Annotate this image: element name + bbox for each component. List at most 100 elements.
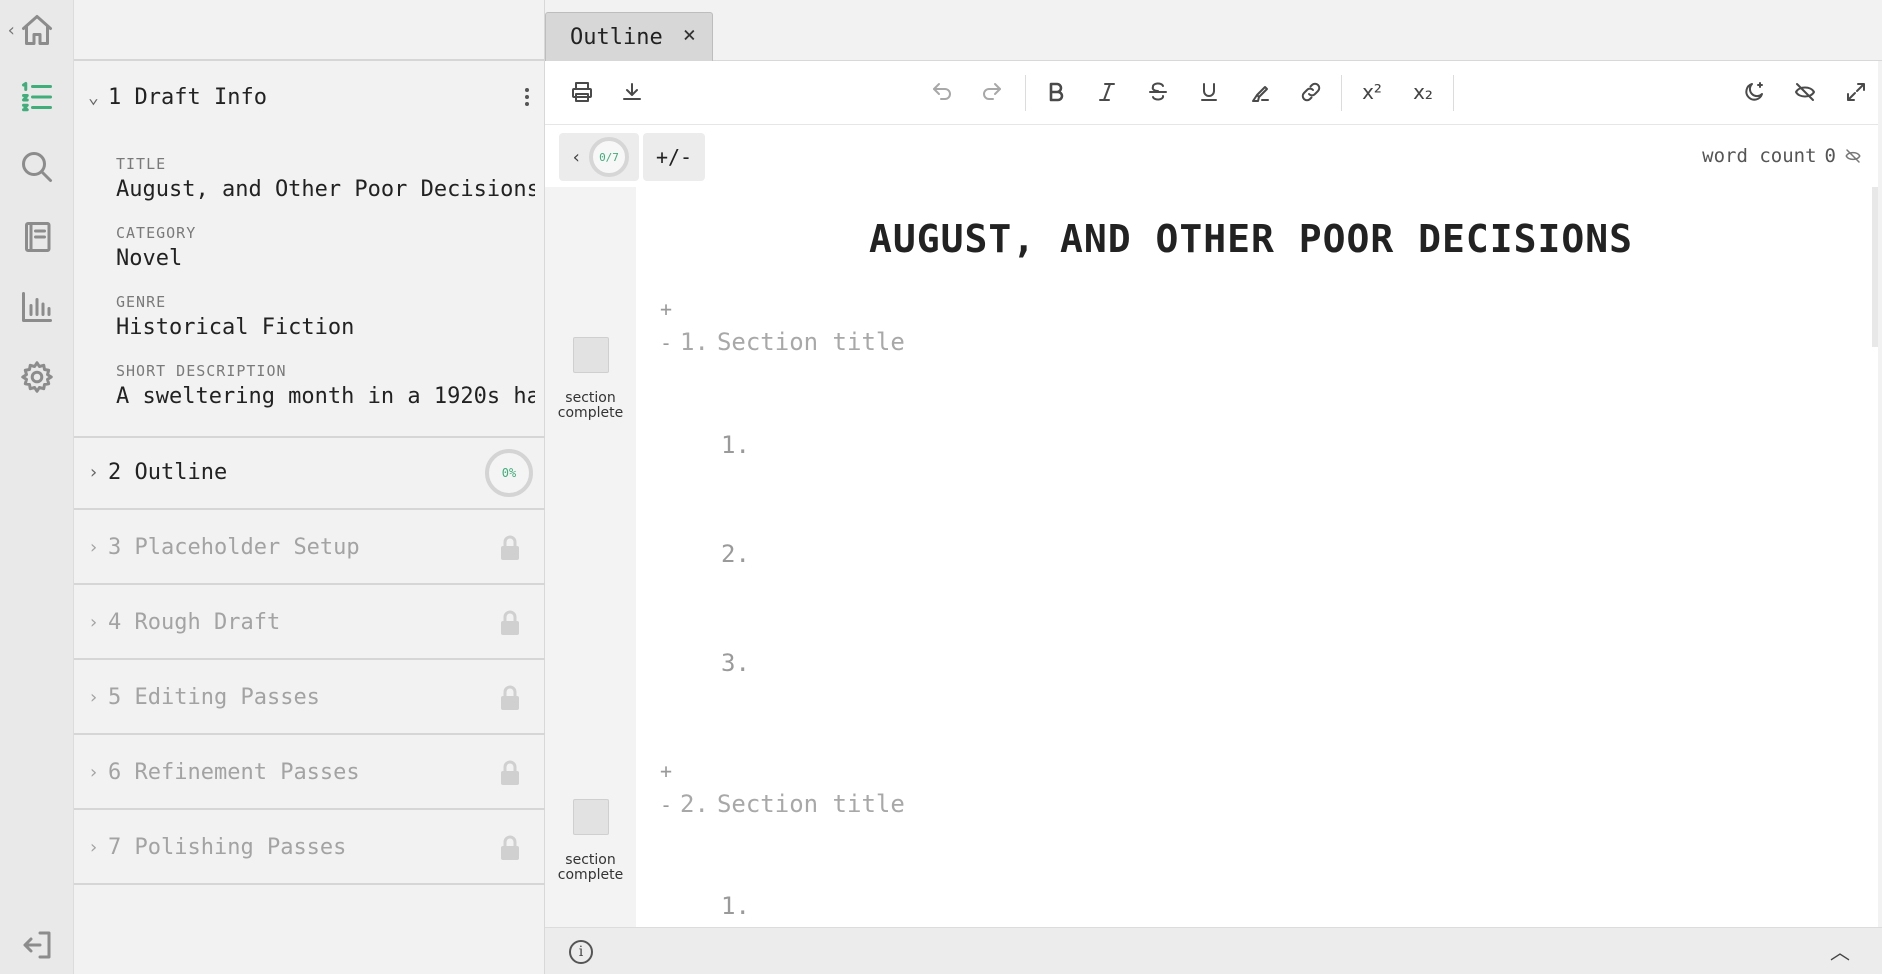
short-description-value[interactable]: A sweltering month in a 1920s harbor tow… — [116, 384, 535, 409]
undo-icon[interactable] — [927, 77, 957, 107]
document-body: AUGUST, AND OTHER POOR DECISIONS + -1. Se… — [545, 187, 1878, 927]
section-complete-checkbox[interactable] — [573, 337, 609, 373]
title-value[interactable]: August, and Other Poor Decisions — [116, 177, 535, 202]
chevron-down-icon: ⌄ — [88, 86, 99, 108]
redo-icon[interactable] — [977, 77, 1007, 107]
link-icon[interactable] — [1296, 77, 1326, 107]
chevron-up-icon[interactable]: ︿ — [1830, 936, 1850, 965]
add-section-button[interactable]: + — [660, 759, 672, 783]
section-number: 2. — [680, 790, 709, 818]
sidebar-header — [74, 0, 544, 61]
info-icon[interactable]: i — [569, 940, 593, 964]
step-placeholder-setup[interactable]: › 3 Placeholder Setup — [74, 511, 545, 585]
icon-rail: ‹ — [0, 0, 74, 974]
section-title-placeholder: Section title — [716, 328, 905, 356]
chevron-right-icon: › — [88, 761, 99, 783]
step-number: 5 — [108, 684, 122, 710]
genre-label: GENRE — [116, 293, 167, 311]
category-value[interactable]: Novel — [116, 246, 535, 271]
superscript-glyph: x² — [1362, 80, 1382, 104]
step-label: Draft Info — [134, 84, 267, 110]
collapse-section-button[interactable]: - — [660, 793, 672, 817]
editor-subbar: ‹ 0/7 +/- word count 0 — [545, 125, 1878, 187]
chevron-right-icon: › — [88, 536, 99, 558]
collapse-section-button[interactable]: - — [660, 331, 672, 355]
section-heading[interactable]: -1. Section title — [660, 328, 905, 356]
tab-bar: Outline × — [545, 0, 1882, 61]
lock-icon — [499, 610, 521, 640]
home-icon[interactable] — [17, 10, 57, 50]
hide-eye-icon[interactable] — [1790, 77, 1820, 107]
step-outline[interactable]: › 2 Outline 0% — [74, 436, 545, 510]
fullscreen-icon[interactable] — [1841, 77, 1871, 107]
list-item[interactable]: 1. — [721, 892, 750, 920]
step-number: 2 — [108, 459, 122, 485]
subscript-glyph: x₂ — [1413, 80, 1433, 104]
section-title-placeholder: Section title — [716, 790, 905, 818]
lock-icon — [499, 835, 521, 865]
strikethrough-icon[interactable] — [1143, 77, 1173, 107]
editor-toolbar: x² x₂ — [545, 61, 1878, 125]
short-description-label: SHORT DESCRIPTION — [116, 362, 287, 380]
list-item[interactable]: 1. — [721, 431, 750, 459]
sections-progress-ring: 0/7 — [589, 137, 629, 177]
section-nav-pill[interactable]: ‹ 0/7 — [559, 133, 639, 181]
step-number: 1 — [108, 84, 122, 110]
tab-outline[interactable]: Outline × — [545, 12, 713, 61]
genre-value[interactable]: Historical Fiction — [116, 315, 535, 340]
step-rough-draft[interactable]: › 4 Rough Draft — [74, 586, 545, 660]
step-editing-passes[interactable]: › 5 Editing Passes — [74, 661, 545, 735]
status-bar: i ︿ — [545, 927, 1882, 974]
step-label: Placeholder Setup — [134, 534, 360, 560]
close-icon[interactable]: × — [683, 23, 696, 48]
scrollbar[interactable] — [1872, 187, 1878, 347]
dark-mode-moon-icon[interactable] — [1739, 77, 1769, 107]
word-count-label: word count — [1702, 145, 1817, 167]
lock-icon — [499, 760, 521, 790]
list-item[interactable]: 2. — [721, 540, 750, 568]
back-chevron-icon[interactable]: ‹ — [6, 20, 17, 41]
steps-sidebar: ⌄ 1 Draft Info TITLE August, and Other P… — [74, 0, 545, 974]
step-label: Outline — [134, 459, 228, 485]
tab-label: Outline — [570, 24, 663, 50]
title-label: TITLE — [116, 155, 167, 173]
chevron-right-icon: › — [88, 611, 99, 633]
chevron-left-icon[interactable]: ‹ — [571, 147, 582, 168]
expand-collapse-button[interactable]: +/- — [643, 133, 705, 181]
download-icon[interactable] — [617, 77, 647, 107]
settings-gear-icon[interactable] — [17, 357, 57, 397]
logout-icon[interactable] — [17, 925, 57, 965]
print-icon[interactable] — [567, 77, 597, 107]
step-label: Refinement Passes — [134, 759, 360, 785]
section-complete-checkbox[interactable] — [573, 799, 609, 835]
subscript-icon[interactable]: x₂ — [1408, 77, 1438, 107]
superscript-icon[interactable]: x² — [1357, 77, 1387, 107]
chevron-right-icon: › — [88, 686, 99, 708]
add-section-button[interactable]: + — [660, 297, 672, 321]
hide-eye-icon[interactable] — [1844, 147, 1862, 165]
section-complete-label: section complete — [557, 390, 624, 421]
document-title[interactable]: AUGUST, AND OTHER POOR DECISIONS — [636, 217, 1866, 261]
stats-chart-icon[interactable] — [17, 287, 57, 327]
notebook-icon[interactable] — [17, 217, 57, 257]
search-icon[interactable] — [17, 147, 57, 187]
outline-list-icon[interactable] — [17, 77, 57, 117]
underline-icon[interactable] — [1194, 77, 1224, 107]
word-count-value: 0 — [1824, 145, 1836, 167]
step-draft-info-header[interactable]: ⌄ 1 Draft Info — [74, 61, 545, 133]
step-label: Polishing Passes — [134, 834, 347, 860]
italic-icon[interactable] — [1092, 77, 1122, 107]
step-polishing-passes[interactable]: › 7 Polishing Passes — [74, 811, 545, 885]
list-item[interactable]: 3. — [721, 649, 750, 677]
section-complete-label: section complete — [557, 852, 624, 883]
more-options-icon[interactable] — [525, 85, 531, 109]
section-heading[interactable]: -2. Section title — [660, 790, 905, 818]
step-number: 6 — [108, 759, 122, 785]
highlighter-icon[interactable] — [1245, 77, 1275, 107]
step-refinement-passes[interactable]: › 6 Refinement Passes — [74, 736, 545, 810]
lock-icon — [499, 685, 521, 715]
outline-progress-ring: 0% — [485, 449, 533, 497]
step-draft-info: ⌄ 1 Draft Info TITLE August, and Other P… — [74, 61, 545, 438]
word-count[interactable]: word count 0 — [1702, 145, 1862, 167]
bold-icon[interactable] — [1041, 77, 1071, 107]
